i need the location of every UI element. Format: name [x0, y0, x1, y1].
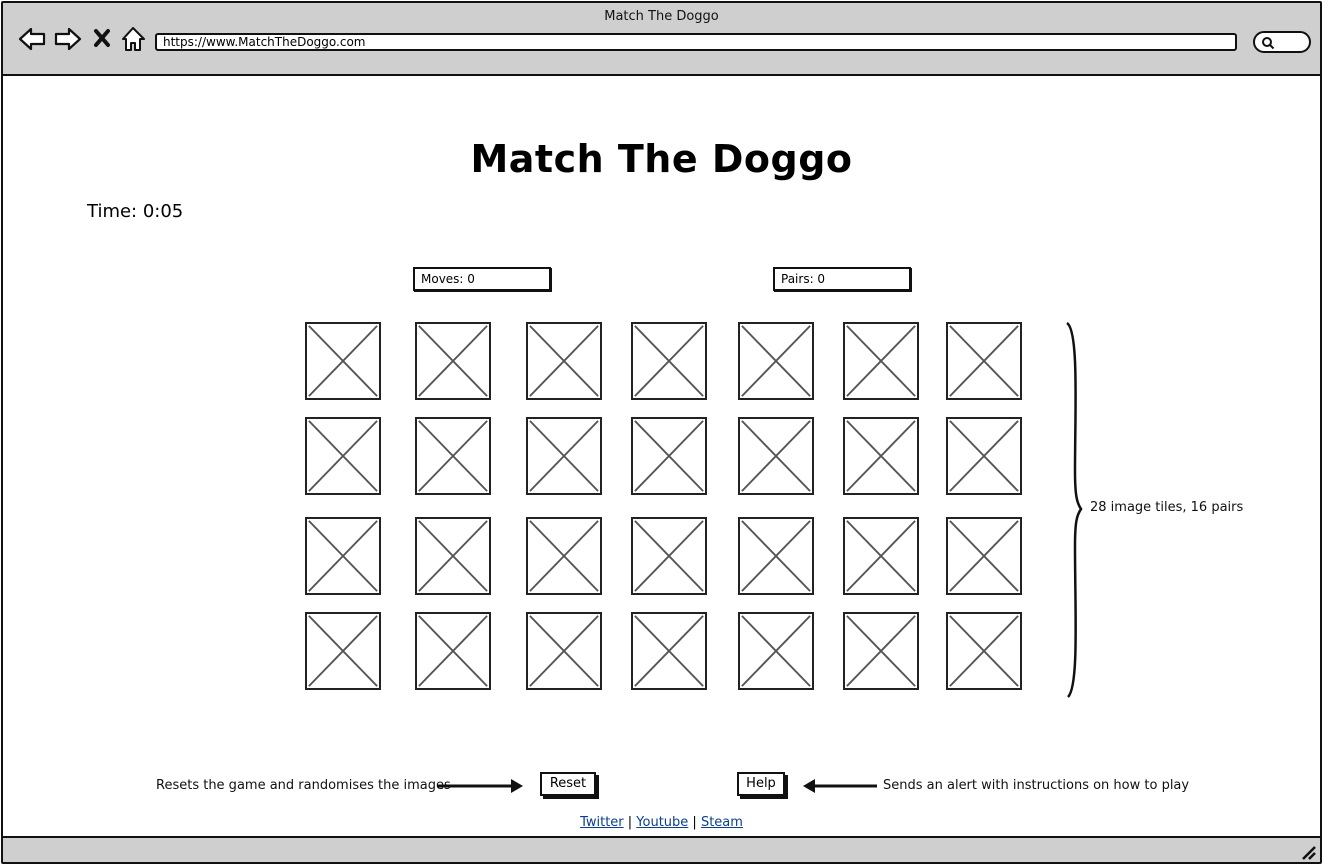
- image-placeholder-icon: [949, 520, 1019, 592]
- right-arrow-icon: [437, 779, 523, 793]
- link-separator: |: [623, 815, 637, 830]
- image-tile[interactable]: [526, 322, 602, 400]
- youtube-link[interactable]: Youtube: [636, 815, 688, 830]
- image-placeholder-icon: [308, 325, 378, 397]
- image-tile[interactable]: [415, 322, 491, 400]
- image-tile[interactable]: [526, 517, 602, 595]
- image-tile[interactable]: [946, 612, 1022, 690]
- image-tile[interactable]: [305, 612, 381, 690]
- image-placeholder-icon: [418, 420, 488, 492]
- twitter-link[interactable]: Twitter: [580, 815, 624, 830]
- curly-brace: [1066, 321, 1083, 698]
- image-tile[interactable]: [738, 612, 814, 690]
- link-separator: |: [688, 815, 701, 830]
- left-arrow-icon: [803, 779, 877, 793]
- image-tile[interactable]: [738, 517, 814, 595]
- image-tile[interactable]: [946, 517, 1022, 595]
- tiles-annotation: 28 image tiles, 16 pairs: [1090, 500, 1244, 515]
- image-placeholder-icon: [634, 615, 704, 687]
- image-tile[interactable]: [843, 417, 919, 495]
- image-placeholder-icon: [634, 325, 704, 397]
- window-title: Match The Doggo: [604, 9, 719, 24]
- image-tile[interactable]: [631, 517, 707, 595]
- forward-arrow-icon[interactable]: [53, 25, 83, 53]
- image-placeholder-icon: [949, 420, 1019, 492]
- image-placeholder-icon: [846, 325, 916, 397]
- image-placeholder-icon: [418, 325, 488, 397]
- image-placeholder-icon: [418, 615, 488, 687]
- home-icon[interactable]: [119, 25, 149, 53]
- image-tile[interactable]: [631, 322, 707, 400]
- image-tile[interactable]: [305, 417, 381, 495]
- image-placeholder-icon: [846, 420, 916, 492]
- back-arrow-icon[interactable]: [17, 25, 47, 53]
- steam-link[interactable]: Steam: [701, 815, 743, 830]
- image-tile[interactable]: [946, 322, 1022, 400]
- image-placeholder-icon: [846, 520, 916, 592]
- image-tile[interactable]: [415, 612, 491, 690]
- search-icon: [1262, 37, 1275, 50]
- search-field[interactable]: [1253, 31, 1311, 53]
- pairs-counter: Pairs: 0: [773, 267, 911, 291]
- image-tile[interactable]: [631, 417, 707, 495]
- image-tile[interactable]: [305, 517, 381, 595]
- image-placeholder-icon: [634, 420, 704, 492]
- image-tile[interactable]: [415, 417, 491, 495]
- image-tile[interactable]: [526, 417, 602, 495]
- help-note: Sends an alert with instructions on how …: [883, 778, 1190, 793]
- image-tile[interactable]: [738, 417, 814, 495]
- image-placeholder-icon: [529, 420, 599, 492]
- image-tile[interactable]: [843, 517, 919, 595]
- image-placeholder-icon: [418, 520, 488, 592]
- close-icon[interactable]: [91, 25, 113, 53]
- image-tile[interactable]: [305, 322, 381, 400]
- resize-handle-icon[interactable]: [1300, 844, 1316, 860]
- image-placeholder-icon: [308, 420, 378, 492]
- image-placeholder-icon: [634, 520, 704, 592]
- image-tile[interactable]: [946, 417, 1022, 495]
- image-placeholder-icon: [741, 615, 811, 687]
- browser-toolbar: Match The Doggo https://www.MatchTheDogg…: [3, 3, 1320, 76]
- image-tile[interactable]: [843, 612, 919, 690]
- image-placeholder-icon: [308, 520, 378, 592]
- image-placeholder-icon: [949, 615, 1019, 687]
- image-tile[interactable]: [415, 517, 491, 595]
- help-button[interactable]: Help: [737, 772, 785, 796]
- status-bar: [3, 836, 1320, 862]
- image-tile[interactable]: [738, 322, 814, 400]
- browser-window: Match The Doggo https://www.MatchTheDogg…: [1, 1, 1322, 864]
- image-tile[interactable]: [843, 322, 919, 400]
- image-placeholder-icon: [529, 520, 599, 592]
- timer: Time: 0:05: [87, 201, 184, 222]
- image-placeholder-icon: [949, 325, 1019, 397]
- address-bar[interactable]: https://www.MatchTheDoggo.com: [155, 33, 1237, 51]
- image-placeholder-icon: [846, 615, 916, 687]
- reset-note: Resets the game and randomises the image…: [156, 778, 451, 793]
- reset-button[interactable]: Reset: [540, 772, 596, 796]
- image-placeholder-icon: [741, 325, 811, 397]
- page-title: Match The Doggo: [470, 137, 853, 181]
- footer-links: Twitter | Youtube | Steam: [3, 815, 1320, 830]
- moves-counter: Moves: 0: [413, 267, 551, 291]
- image-tile[interactable]: [526, 612, 602, 690]
- image-placeholder-icon: [529, 615, 599, 687]
- image-placeholder-icon: [741, 520, 811, 592]
- image-placeholder-icon: [308, 615, 378, 687]
- image-placeholder-icon: [741, 420, 811, 492]
- image-placeholder-icon: [529, 325, 599, 397]
- image-tile[interactable]: [631, 612, 707, 690]
